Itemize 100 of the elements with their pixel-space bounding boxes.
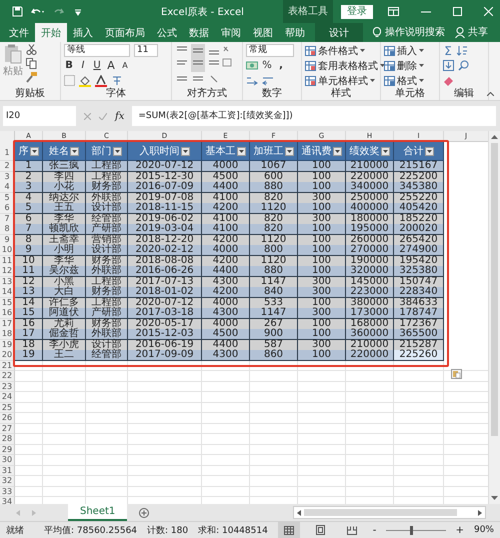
filter-button[interactable] bbox=[112, 146, 122, 156]
row-number[interactable]: 30 bbox=[0, 455, 15, 466]
increase-decimal-icon[interactable] bbox=[246, 75, 258, 86]
ribbon-tab[interactable]: 公式 bbox=[151, 23, 183, 42]
ribbon-tab[interactable]: 开始 bbox=[35, 23, 67, 42]
ribbon-tab[interactable]: 插入 bbox=[67, 23, 99, 42]
tell-me-search[interactable]: 操作说明搜索 bbox=[385, 23, 445, 42]
paste-options-icon[interactable] bbox=[451, 369, 462, 379]
shrink-font-button[interactable]: A bbox=[120, 61, 130, 70]
filter-button[interactable] bbox=[424, 146, 434, 156]
filter-button[interactable] bbox=[284, 146, 294, 156]
add-sheet-icon[interactable] bbox=[139, 508, 150, 518]
ribbon-tab[interactable]: 页面布局 bbox=[99, 23, 151, 42]
phonetic-icon[interactable] bbox=[111, 75, 123, 86]
vertical-scrollbar[interactable] bbox=[488, 131, 500, 504]
number-format-field[interactable]: 常规 bbox=[246, 44, 294, 57]
normal-view-button[interactable] bbox=[278, 522, 300, 538]
formula-field[interactable]: =SUM(表2[@[基本工资]:[绩效奖金]]) bbox=[132, 106, 496, 126]
row-number[interactable]: 34 bbox=[0, 497, 15, 504]
scroll-down-icon[interactable] bbox=[491, 496, 498, 501]
zoom-level[interactable]: 90% bbox=[474, 525, 494, 535]
row-number[interactable]: 32 bbox=[0, 476, 15, 486]
cells-menu-button[interactable]: 格式 bbox=[384, 74, 424, 88]
caret-icon bbox=[380, 64, 385, 67]
horizontal-scrollbar[interactable] bbox=[293, 506, 486, 519]
scroll-thumb[interactable] bbox=[304, 509, 457, 516]
ribbon-tab[interactable]: 帮助 bbox=[279, 23, 311, 42]
row-number[interactable]: 27 bbox=[0, 424, 15, 434]
zoom-out-button[interactable]: - bbox=[372, 524, 376, 536]
styles-menu-button[interactable]: 单元格样式 bbox=[305, 74, 375, 88]
filter-button[interactable] bbox=[380, 146, 390, 156]
grow-font-button[interactable]: A bbox=[106, 59, 116, 72]
styles-menu-button[interactable]: 条件格式 bbox=[305, 44, 365, 58]
table-cell: 215167 bbox=[394, 161, 444, 172]
format-painter-icon[interactable] bbox=[26, 72, 37, 83]
scroll-thumb[interactable] bbox=[491, 143, 498, 436]
search-icon[interactable] bbox=[458, 60, 469, 71]
ribbon-tab[interactable]: 设计 bbox=[315, 23, 363, 42]
filter-button[interactable] bbox=[236, 146, 246, 156]
row-number[interactable]: 33 bbox=[0, 486, 15, 497]
share-button[interactable]: 共享 bbox=[468, 23, 488, 42]
zoom-slider-thumb[interactable] bbox=[410, 526, 414, 534]
sign-in-button[interactable]: 登录 bbox=[341, 4, 373, 18]
decrease-decimal-icon[interactable] bbox=[262, 75, 274, 86]
fill-color-icon[interactable] bbox=[79, 74, 91, 86]
font-size-field[interactable]: 11 bbox=[134, 44, 158, 57]
sheet-tab[interactable]: Sheet1 bbox=[68, 504, 128, 521]
row-number[interactable]: 24 bbox=[0, 392, 15, 402]
row-number[interactable]: 22 bbox=[0, 371, 15, 382]
scroll-left-icon[interactable] bbox=[297, 510, 301, 516]
check-icon[interactable] bbox=[99, 112, 107, 120]
scroll-up-icon[interactable] bbox=[491, 134, 498, 139]
percent-button[interactable]: % bbox=[262, 60, 272, 71]
row-number[interactable]: 31 bbox=[0, 466, 15, 476]
bold-button[interactable]: B bbox=[64, 60, 74, 71]
underline-button[interactable]: U bbox=[92, 60, 102, 71]
name-box[interactable]: I20 bbox=[3, 106, 76, 126]
scroll-right-icon[interactable] bbox=[478, 510, 482, 516]
ribbon-display-icon[interactable] bbox=[388, 7, 399, 16]
filter-button[interactable] bbox=[70, 146, 79, 156]
fill-icon[interactable] bbox=[443, 60, 454, 71]
caret-icon bbox=[32, 150, 36, 152]
italic-button[interactable]: I bbox=[78, 60, 88, 71]
filter-button[interactable] bbox=[30, 146, 38, 156]
customize-icon[interactable] bbox=[75, 8, 81, 16]
close-icon[interactable] bbox=[484, 7, 493, 16]
maximize-icon[interactable] bbox=[453, 7, 462, 16]
font-color-icon[interactable] bbox=[95, 74, 107, 86]
comma-button[interactable]: , bbox=[276, 60, 286, 71]
filter-button[interactable] bbox=[180, 146, 190, 156]
filter-button[interactable] bbox=[332, 146, 342, 156]
cells-menu-button[interactable]: 删除 bbox=[384, 58, 424, 72]
eraser-icon[interactable] bbox=[443, 75, 454, 86]
autosum-button[interactable]: Σ bbox=[443, 44, 453, 58]
undo-icon[interactable] bbox=[31, 6, 45, 16]
copy-icon[interactable] bbox=[26, 58, 37, 69]
ribbon-tab[interactable]: 视图 bbox=[247, 23, 279, 42]
row-number[interactable]: 29 bbox=[0, 444, 15, 455]
collapse-ribbon-icon[interactable] bbox=[487, 92, 494, 96]
table-cell: 100 bbox=[298, 266, 346, 277]
cut-icon[interactable] bbox=[26, 44, 37, 55]
row-number[interactable]: 23 bbox=[0, 382, 15, 392]
row-number[interactable]: 25 bbox=[0, 402, 15, 413]
minimize-icon[interactable] bbox=[421, 10, 431, 12]
save-icon[interactable] bbox=[12, 6, 23, 17]
ribbon-tab[interactable]: 审阅 bbox=[215, 23, 247, 42]
sort-icon[interactable] bbox=[457, 45, 468, 56]
borders-icon[interactable] bbox=[64, 75, 75, 86]
grid-icon bbox=[384, 46, 395, 56]
zoom-in-button[interactable]: + bbox=[456, 524, 464, 536]
insert-function-button[interactable]: fx bbox=[115, 110, 124, 122]
table-cell: 587 bbox=[250, 340, 298, 350]
row-number[interactable]: 26 bbox=[0, 413, 15, 424]
styles-menu-button[interactable]: 套用表格格式 bbox=[305, 58, 385, 72]
cells-menu-button[interactable]: 插入 bbox=[384, 44, 424, 58]
ribbon-tab[interactable]: 文件 bbox=[3, 23, 35, 42]
group-label: 编辑 bbox=[453, 88, 475, 100]
row-number[interactable]: 28 bbox=[0, 434, 15, 444]
font-name-field[interactable]: 等线 bbox=[64, 44, 130, 57]
ribbon-tab[interactable]: 数据 bbox=[183, 23, 215, 42]
